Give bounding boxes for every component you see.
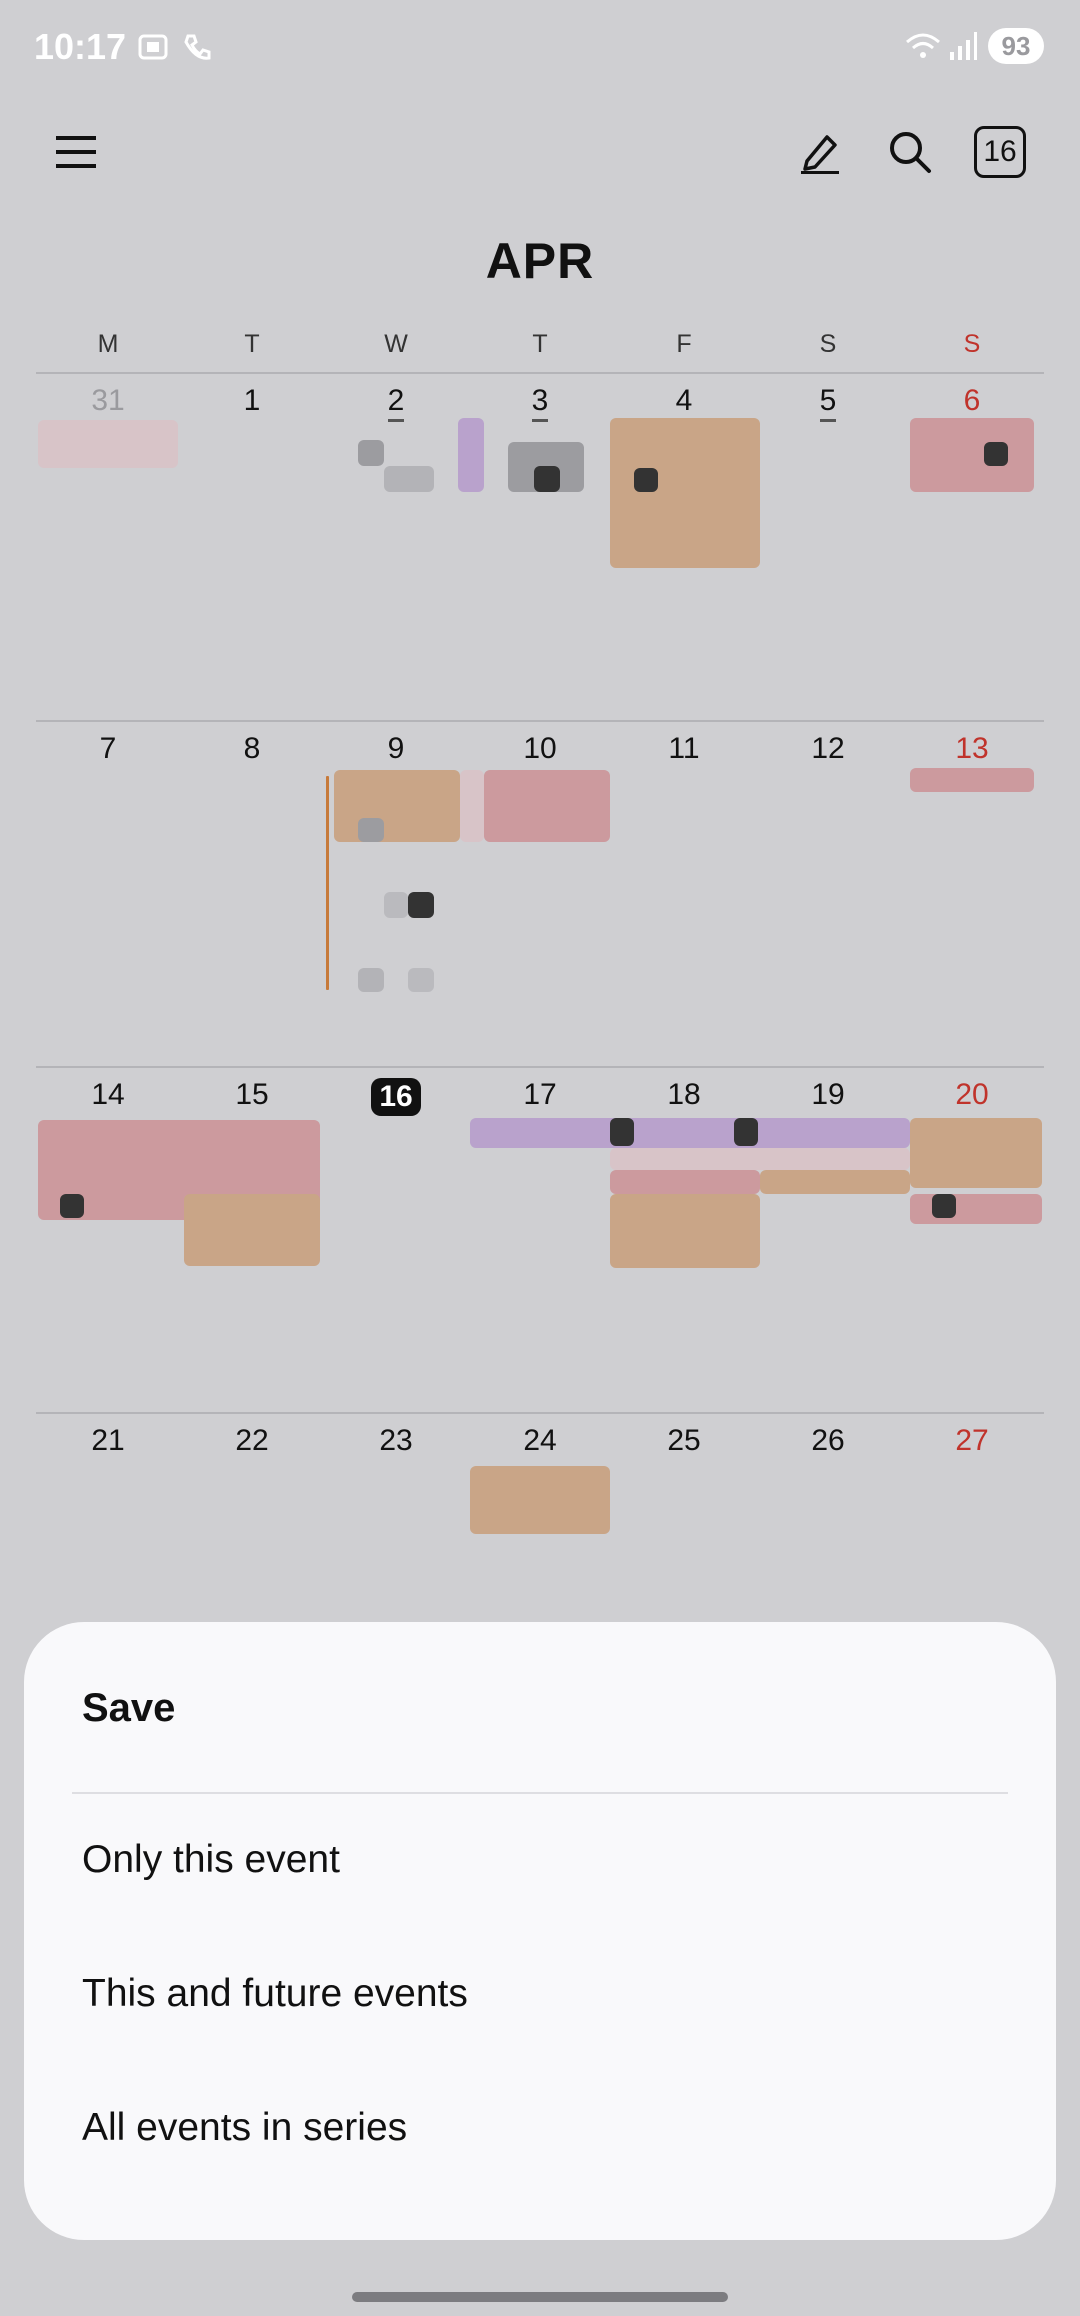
event-block[interactable]: [760, 1170, 910, 1194]
event-block: [984, 442, 1008, 466]
event-block: [408, 968, 434, 992]
day-cell[interactable]: 12: [756, 732, 900, 766]
event-block[interactable]: [484, 770, 610, 842]
event-block[interactable]: [334, 770, 460, 842]
day-cell[interactable]: 24: [468, 1424, 612, 1458]
day-cell[interactable]: 1: [180, 384, 324, 418]
event-indicator-line: [326, 776, 329, 990]
week-row-3: 14 15 16 17 18 19 20: [36, 1078, 1044, 1116]
pencil-icon[interactable]: [790, 122, 850, 182]
phone-wifi-icon: [180, 30, 214, 72]
day-cell[interactable]: 6: [900, 384, 1044, 422]
option-only-this-event[interactable]: Only this event: [24, 1800, 1056, 1920]
day-cell[interactable]: 22: [180, 1424, 324, 1458]
day-cell[interactable]: 2: [324, 384, 468, 422]
day-cell[interactable]: 8: [180, 732, 324, 766]
event-block[interactable]: [610, 1170, 760, 1194]
weekday-fri: F: [676, 330, 692, 358]
event-block[interactable]: [910, 418, 1034, 492]
toolbar: 16: [0, 108, 1080, 192]
sheet-divider: [72, 1792, 1008, 1794]
day-cell[interactable]: 23: [324, 1424, 468, 1458]
signal-icon: [948, 30, 978, 70]
event-block[interactable]: [458, 418, 484, 492]
event-block[interactable]: [610, 418, 760, 568]
menu-icon[interactable]: [46, 122, 106, 182]
event-block: [634, 468, 658, 492]
day-cell[interactable]: 15: [180, 1078, 324, 1116]
event-block[interactable]: [610, 1148, 910, 1170]
event-block: [534, 466, 560, 492]
day-cell[interactable]: 9: [324, 732, 468, 766]
event-block[interactable]: [610, 1194, 760, 1268]
event-block: [358, 818, 384, 842]
day-cell[interactable]: 18: [612, 1078, 756, 1116]
sheet-title: Save: [82, 1686, 176, 1730]
day-cell-today[interactable]: 16: [324, 1078, 468, 1116]
status-time: 10:17: [34, 26, 127, 67]
week-row-2: 7 8 9 10 11 12 13: [36, 732, 1044, 766]
day-cell[interactable]: 27: [900, 1424, 1044, 1458]
day-cell[interactable]: 31: [36, 384, 180, 418]
event-block[interactable]: [470, 1466, 610, 1534]
day-cell[interactable]: 17: [468, 1078, 612, 1116]
event-block[interactable]: [470, 1118, 910, 1148]
day-cell[interactable]: 21: [36, 1424, 180, 1458]
battery-indicator: 93: [988, 28, 1044, 64]
event-block[interactable]: [384, 466, 434, 492]
event-block: [384, 892, 408, 918]
status-bar: 10:17 93: [0, 0, 1080, 92]
wifi-icon: [904, 30, 942, 70]
day-cell[interactable]: 26: [756, 1424, 900, 1458]
event-block[interactable]: [910, 1118, 1042, 1188]
day-cell[interactable]: 5: [756, 384, 900, 422]
week-divider: [36, 372, 1044, 374]
weekday-sat: S: [819, 330, 837, 358]
day-cell[interactable]: 3: [468, 384, 612, 422]
event-block: [408, 892, 434, 918]
week-divider: [36, 720, 1044, 722]
week-divider: [36, 1066, 1044, 1068]
day-cell[interactable]: 14: [36, 1078, 180, 1116]
today-label: 16: [983, 135, 1017, 168]
day-cell[interactable]: 20: [900, 1078, 1044, 1116]
home-indicator[interactable]: [352, 2292, 728, 2302]
screenshot-icon: [136, 30, 170, 72]
week-row-4: 21 22 23 24 25 26 27: [36, 1424, 1044, 1458]
event-block[interactable]: [358, 440, 384, 466]
week-row-1: 31 1 2 3 4 5 6: [36, 384, 1044, 422]
today-button[interactable]: 16: [974, 126, 1026, 178]
option-this-and-future-events[interactable]: This and future events: [24, 1934, 1056, 2054]
event-block[interactable]: [184, 1194, 320, 1266]
search-icon[interactable]: [880, 122, 940, 182]
save-options-sheet: Save Only this event This and future eve…: [24, 1622, 1056, 2240]
event-block[interactable]: [38, 420, 178, 468]
event-block: [734, 1118, 758, 1146]
day-cell[interactable]: 13: [900, 732, 1044, 766]
event-block[interactable]: [910, 768, 1034, 792]
event-block: [610, 1118, 634, 1146]
event-block[interactable]: [460, 770, 484, 842]
day-cell[interactable]: 7: [36, 732, 180, 766]
day-cell[interactable]: 11: [612, 732, 756, 766]
day-cell[interactable]: 19: [756, 1078, 900, 1116]
event-block: [60, 1194, 84, 1218]
option-all-events-in-series[interactable]: All events in series: [24, 2068, 1056, 2188]
weekday-tue: T: [244, 330, 260, 358]
event-block[interactable]: [910, 1194, 1042, 1224]
weekday-mon: M: [97, 330, 119, 358]
event-block: [932, 1194, 956, 1218]
week-divider: [36, 1412, 1044, 1414]
day-cell[interactable]: 10: [468, 732, 612, 766]
day-cell[interactable]: 4: [612, 384, 756, 418]
weekday-sun: S: [963, 330, 981, 358]
day-cell[interactable]: 25: [612, 1424, 756, 1458]
weekday-thu: T: [532, 330, 548, 358]
weekday-header: M T W T F S S: [36, 330, 1044, 359]
month-title: APR: [485, 233, 595, 289]
weekday-wed: W: [384, 330, 408, 358]
event-block: [358, 968, 384, 992]
